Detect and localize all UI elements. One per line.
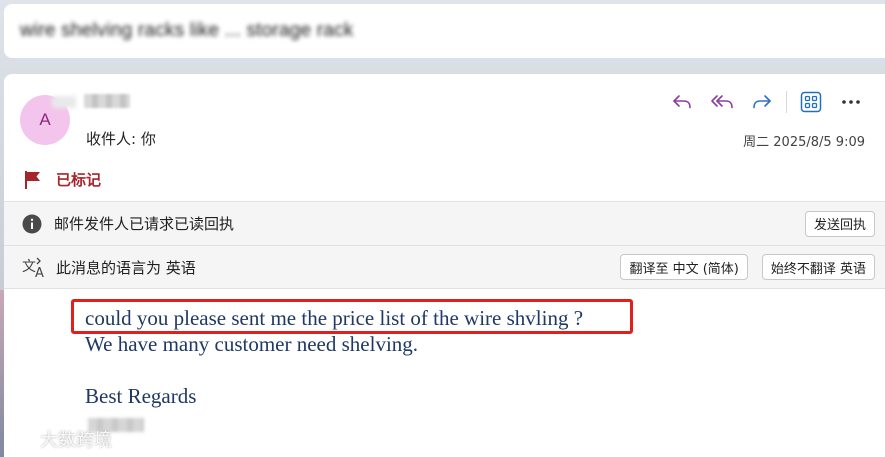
forward-button[interactable]	[744, 86, 780, 118]
message-body: could you please sent me the price list …	[4, 290, 885, 457]
translation-bar: 文 A 此消息的语言为 英语 翻译至 中文 (简体) 始终不翻译 英语	[4, 245, 885, 289]
read-receipt-text: 邮件发件人已请求已读回执	[54, 215, 235, 233]
watermark: 大数跨境	[8, 426, 112, 452]
subject-text: wire shelving racks like ... storage rac…	[20, 20, 354, 41]
toolbar-separator	[786, 91, 787, 113]
body-line-1: could you please sent me the price list …	[85, 306, 584, 330]
flag-icon	[25, 170, 40, 189]
subject-bar: wire shelving racks like ... storage rac…	[4, 4, 885, 58]
reply-all-button[interactable]	[704, 86, 740, 118]
reply-all-icon	[711, 95, 733, 109]
send-receipt-button[interactable]: 发送回执	[804, 210, 875, 237]
sender-name-redacted[interactable]	[84, 94, 130, 108]
apps-button[interactable]	[793, 86, 829, 118]
watermark-logo-icon	[8, 432, 32, 446]
sender-redaction	[52, 96, 76, 108]
svg-text:文: 文	[22, 259, 36, 275]
body-line-3: Best Regards	[85, 384, 197, 408]
recipient-label: 收件人:	[86, 130, 137, 148]
mail-card: A 收件人: 你 周二 2025/8/5 9:09 已标记 邮件发件人已请求已读…	[4, 74, 885, 457]
translation-text: 此消息的语言为 英语	[56, 258, 196, 277]
recipient-line: 收件人: 你	[86, 128, 156, 149]
flag-label: 已标记	[56, 171, 102, 189]
never-translate-button[interactable]: 始终不翻译 英语	[761, 254, 875, 280]
svg-text:A: A	[35, 266, 44, 279]
watermark-text: 大数跨境	[40, 430, 112, 451]
reply-icon	[673, 95, 691, 109]
apps-icon	[800, 91, 822, 113]
translate-button[interactable]: 翻译至 中文 (简体)	[620, 254, 748, 280]
recipient-value: 你	[140, 130, 156, 148]
flag-status[interactable]: 已标记	[24, 169, 101, 190]
translate-icon: 文 A	[22, 257, 44, 279]
message-toolbar	[664, 86, 869, 118]
more-options-button[interactable]	[833, 86, 869, 118]
reply-button[interactable]	[664, 86, 700, 118]
read-receipt-bar: 邮件发件人已请求已读回执 发送回执	[4, 201, 885, 245]
more-icon	[842, 100, 860, 104]
forward-icon	[753, 95, 771, 109]
body-line-2: We have many customer need shelving.	[85, 332, 419, 356]
info-icon	[22, 214, 42, 233]
received-datetime: 周二 2025/8/5 9:09	[743, 135, 865, 150]
avatar-initial: A	[39, 110, 51, 129]
